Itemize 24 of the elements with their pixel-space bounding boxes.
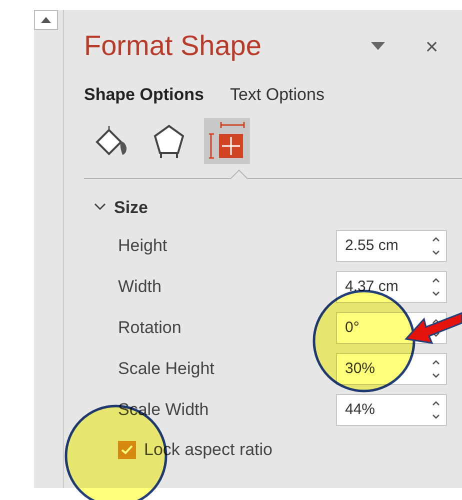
field-label: Scale Height	[118, 358, 216, 380]
scroll-up-button[interactable]	[34, 10, 58, 30]
spinner-arrows-icon[interactable]	[432, 358, 440, 380]
dropdown-icon[interactable]	[371, 42, 386, 50]
chevron-icon[interactable]	[94, 203, 106, 212]
paint-bucket-icon	[93, 124, 129, 158]
pentagon-icon	[152, 122, 186, 158]
size-position-icon	[209, 122, 245, 160]
up-arrow-icon	[41, 17, 51, 23]
spin-field[interactable]: 44%	[336, 394, 447, 426]
spinner-arrows-icon[interactable]	[432, 235, 440, 257]
scrollbar[interactable]	[34, 10, 64, 488]
pane-title: Format Shape	[84, 29, 262, 63]
spinner-arrows-icon[interactable]	[432, 276, 440, 298]
spin-field[interactable]: 2.55 cm	[336, 230, 447, 262]
section-title: Size	[114, 196, 148, 218]
field-label: Width	[118, 276, 162, 298]
field-label: Rotation	[118, 317, 182, 340]
options-tab[interactable]: Shape Options	[84, 82, 204, 108]
spinner-arrows-icon[interactable]	[432, 317, 440, 339]
options-tab[interactable]: Text Options	[230, 82, 324, 108]
spinner-arrows-icon[interactable]	[432, 399, 440, 421]
field-label: Height	[118, 235, 168, 258]
close-button[interactable]: ×	[425, 30, 438, 62]
